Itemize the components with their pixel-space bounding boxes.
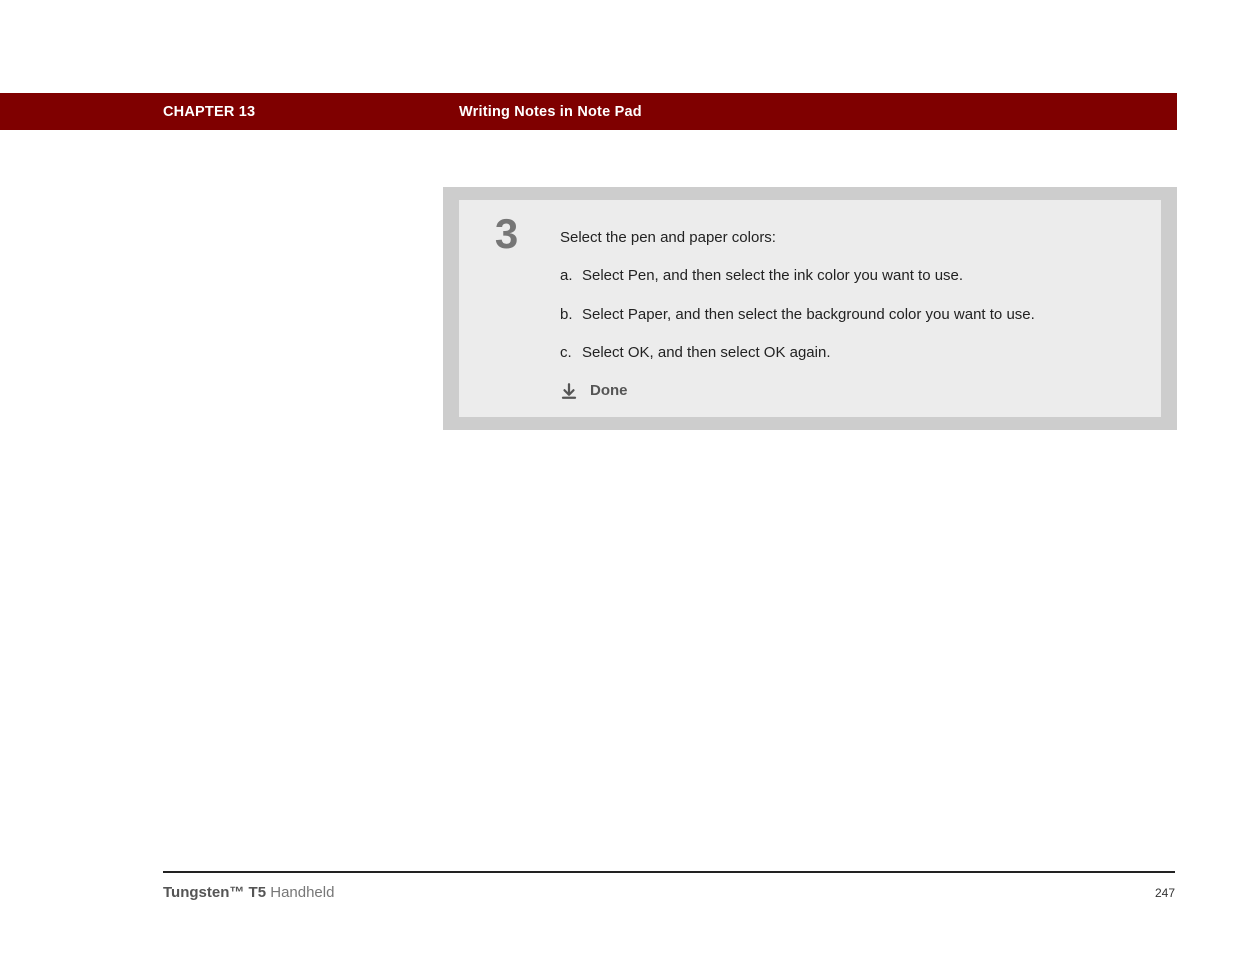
arrow-down-to-line-icon [560, 382, 578, 400]
step-number: 3 [459, 210, 554, 258]
done-row: Done [560, 381, 1141, 401]
substep-letter: c. [560, 343, 582, 363]
page: CHAPTER 13 Writing Notes in Note Pad 3 S… [0, 0, 1235, 954]
chapter-label: CHAPTER 13 [163, 104, 255, 120]
step-inner: 3 Select the pen and paper colors: a. Se… [459, 200, 1161, 417]
step-block: 3 Select the pen and paper colors: a. Se… [443, 187, 1177, 430]
footer-rule [163, 871, 1175, 873]
done-label: Done [590, 381, 628, 401]
section-title: Writing Notes in Note Pad [459, 104, 642, 120]
footer: Tungsten™ T5 Handheld 247 [163, 884, 1175, 901]
footer-page-number: 247 [1155, 886, 1175, 900]
substep-b: b. Select Paper, and then select the bac… [560, 305, 1141, 325]
substep-text: Select OK, and then select OK again. [582, 343, 1141, 363]
footer-product: Tungsten™ T5 Handheld [163, 884, 334, 901]
chapter-header-bar: CHAPTER 13 Writing Notes in Note Pad [0, 93, 1177, 130]
substep-text: Select Paper, and then select the backgr… [582, 305, 1141, 325]
substep-letter: b. [560, 305, 582, 325]
step-body: Select the pen and paper colors: a. Sele… [554, 200, 1161, 417]
substep-letter: a. [560, 266, 582, 286]
substep-c: c. Select OK, and then select OK again. [560, 343, 1141, 363]
step-intro: Select the pen and paper colors: [560, 228, 1141, 248]
substep-a: a. Select Pen, and then select the ink c… [560, 266, 1141, 286]
substep-text: Select Pen, and then select the ink colo… [582, 266, 1141, 286]
footer-product-name: Tungsten™ T5 [163, 884, 266, 901]
footer-product-suffix: Handheld [266, 884, 334, 901]
step-number-column: 3 [459, 200, 554, 417]
